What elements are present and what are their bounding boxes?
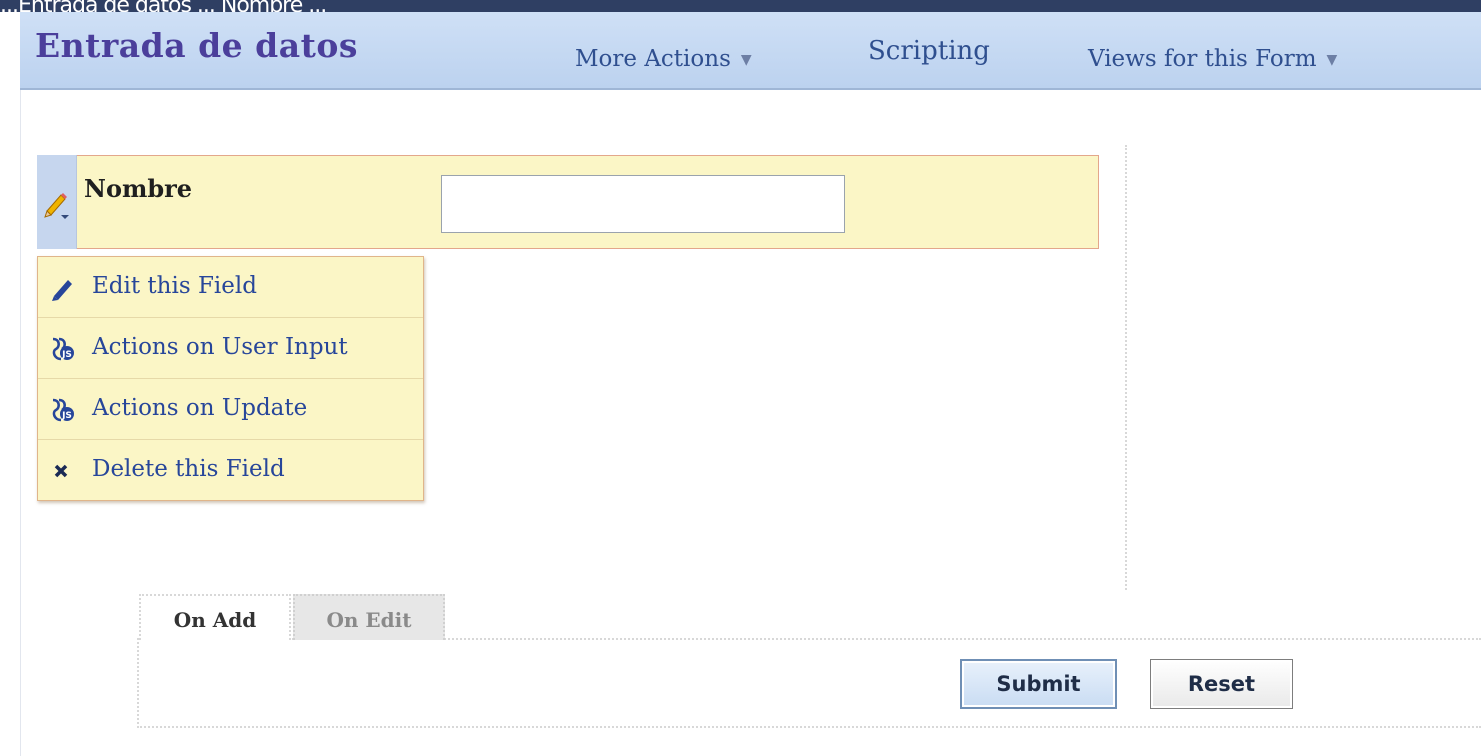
pencil-dropdown-icon: [44, 193, 69, 219]
more-actions-menu[interactable]: More Actions ▼: [575, 46, 752, 72]
close-icon: [54, 464, 68, 478]
vertical-separator: [1125, 145, 1127, 590]
menu-item-delete-field[interactable]: Delete this Field: [38, 440, 423, 500]
menu-item-actions-update[interactable]: JS Actions on Update: [38, 379, 423, 440]
chevron-down-icon: ▼: [1326, 52, 1338, 68]
tab-on-edit[interactable]: On Edit: [293, 594, 445, 640]
menu-item-label: Edit this Field: [92, 273, 257, 299]
reset-button[interactable]: Reset: [1150, 659, 1293, 709]
field-label: Nombre: [84, 174, 193, 203]
page: ...Entrada de datos ... Nombre ... Entra…: [0, 0, 1481, 756]
chevron-down-icon: ▼: [740, 52, 752, 68]
menu-item-actions-user-input[interactable]: JS Actions on User Input: [38, 318, 423, 379]
views-label: Views for this Form: [1088, 46, 1317, 72]
header-bar: Entrada de datos More Actions ▼ Scripting…: [20, 12, 1481, 90]
more-actions-label: More Actions: [575, 46, 731, 72]
menu-item-label: Delete this Field: [92, 456, 285, 482]
script-icon: JS: [52, 398, 74, 422]
menu-item-label: Actions on Update: [92, 395, 308, 421]
field-context-menu: Edit this Field JS Actions on User Input…: [37, 256, 424, 501]
svg-text:JS: JS: [61, 350, 72, 360]
tab-on-add[interactable]: On Add: [139, 594, 291, 640]
left-border-line: [20, 90, 21, 756]
page-title: Entrada de datos: [35, 26, 358, 65]
scripting-menu[interactable]: Scripting: [868, 36, 990, 66]
top-strip-text: ...Entrada de datos ... Nombre ...: [0, 0, 327, 12]
submit-button[interactable]: Submit: [960, 659, 1117, 709]
nombre-input[interactable]: [441, 175, 845, 233]
pencil-icon: [52, 280, 72, 301]
menu-item-label: Actions on User Input: [92, 334, 348, 360]
script-icon: JS: [52, 337, 74, 361]
top-garbled-strip: ...Entrada de datos ... Nombre ...: [0, 0, 1481, 12]
views-menu[interactable]: Views for this Form ▼: [1088, 46, 1337, 72]
menu-item-edit-field[interactable]: Edit this Field: [38, 257, 423, 318]
field-edit-toggle[interactable]: [37, 155, 77, 249]
svg-text:JS: JS: [61, 411, 72, 421]
